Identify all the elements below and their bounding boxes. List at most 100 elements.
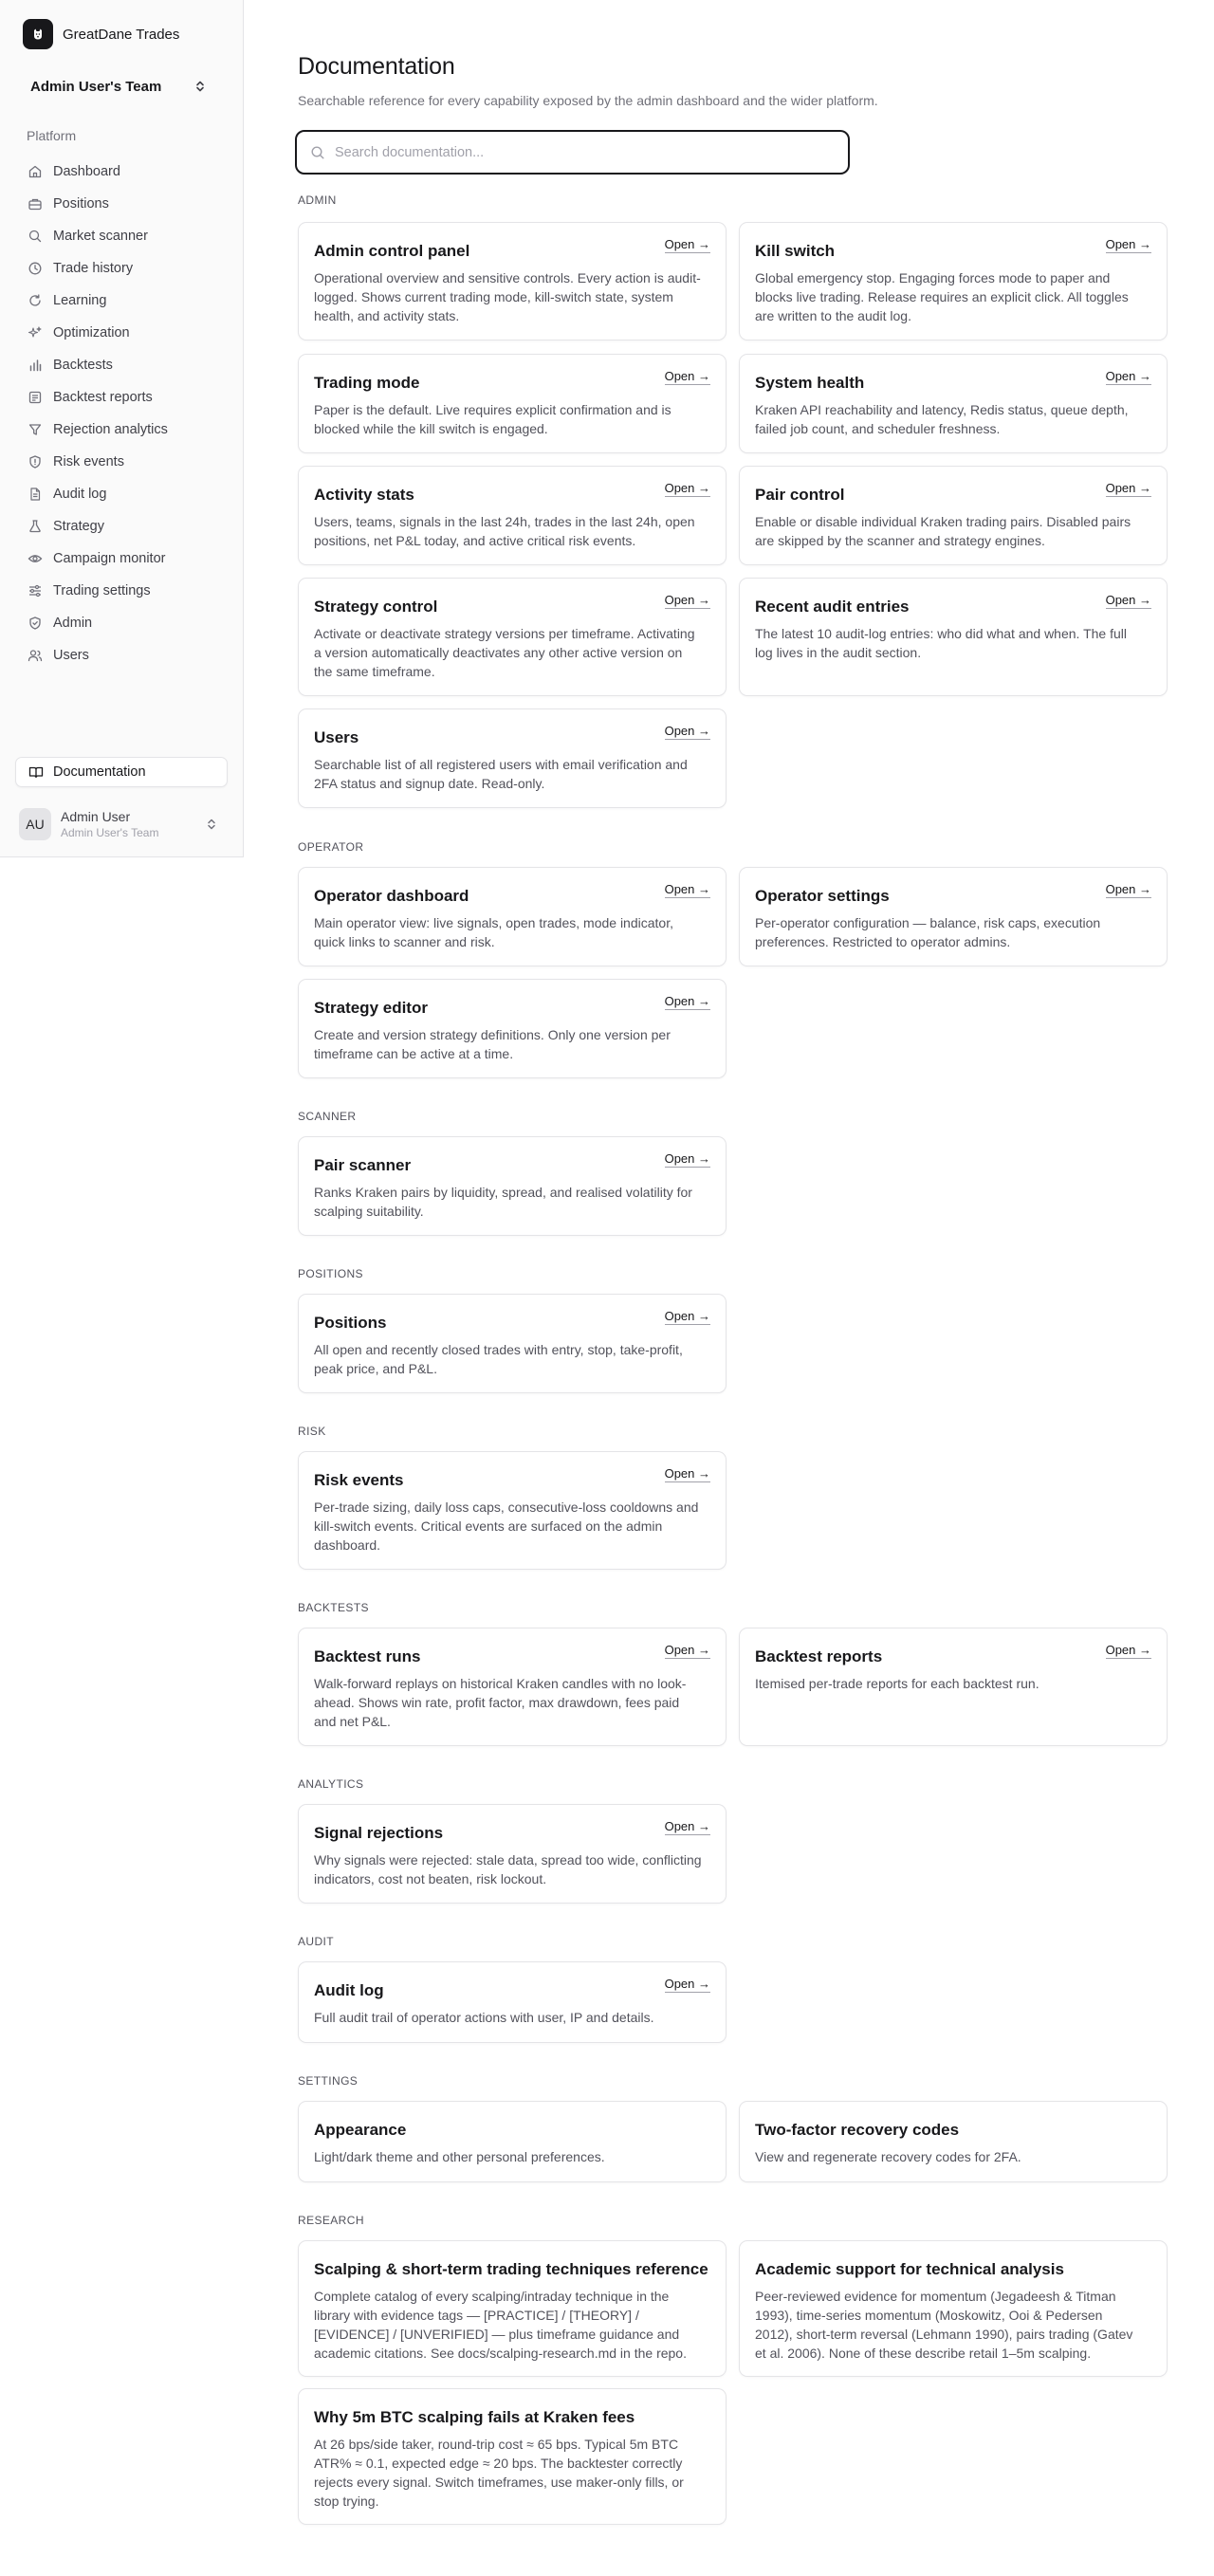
doc-card-activity-stats[interactable]: Activity stats Users, teams, signals in …: [298, 466, 727, 565]
home-icon: [28, 165, 42, 178]
sidebar-item-label: Rejection analytics: [53, 422, 168, 437]
card-title: Admin control panel: [314, 242, 470, 260]
doc-card-academic-support[interactable]: Academic support for technical analysis …: [739, 2240, 1168, 2377]
sidebar-item-campaign-monitor[interactable]: Campaign monitor: [19, 543, 226, 575]
team-switcher[interactable]: Admin User's Team: [19, 72, 218, 101]
sidebar-item-label: Learning: [53, 293, 107, 308]
sidebar-item-market-scanner[interactable]: Market scanner: [19, 220, 226, 252]
sidebar-item-optimization[interactable]: Optimization: [19, 317, 226, 349]
open-link[interactable]: Open →: [664, 370, 710, 385]
doc-card-pair-control[interactable]: Pair control Enable or disable individua…: [739, 466, 1168, 565]
card-title: Backtest reports: [755, 1647, 883, 1665]
sidebar-item-trading-settings[interactable]: Trading settings: [19, 575, 226, 607]
doc-card-strategy-control[interactable]: Strategy control Activate or deactivate …: [298, 578, 727, 696]
sidebar-item-dashboard[interactable]: Dashboard: [19, 156, 226, 188]
report-icon: [28, 391, 42, 404]
card-description: Operational overview and sensitive contr…: [314, 270, 701, 323]
doc-card-admin-control-panel[interactable]: Admin control panel Operational overview…: [298, 222, 727, 340]
user-menu[interactable]: AU Admin User Admin User's Team: [15, 804, 228, 844]
open-link[interactable]: Open →: [664, 883, 710, 898]
doc-card-backtest-runs[interactable]: Backtest runs Walk-forward replays on hi…: [298, 1628, 727, 1746]
section-label-audit: AUDIT: [298, 1935, 334, 1948]
open-link[interactable]: Open →: [664, 1644, 710, 1659]
sidebar-item-learning[interactable]: Learning: [19, 285, 226, 317]
open-link[interactable]: Open →: [664, 1310, 710, 1325]
open-link[interactable]: Open →: [664, 725, 710, 740]
open-link[interactable]: Open →: [1105, 883, 1151, 898]
open-link[interactable]: Open →: [1105, 1644, 1151, 1659]
nav-group-label: Platform: [27, 128, 77, 143]
sidebar-item-label: Campaign monitor: [53, 551, 166, 566]
card-title: Kill switch: [755, 242, 836, 260]
open-link[interactable]: Open →: [664, 1820, 710, 1835]
doc-card-signal-rejections[interactable]: Signal rejections Why signals were rejec…: [298, 1804, 727, 1904]
open-link[interactable]: Open →: [1105, 594, 1151, 609]
card-description: Global emergency stop. Engaging forces m…: [755, 270, 1129, 323]
doc-card-recent-audit-entries[interactable]: Recent audit entries The latest 10 audit…: [739, 578, 1168, 696]
search-box[interactable]: [295, 130, 850, 175]
sidebar-item-strategy[interactable]: Strategy: [19, 510, 226, 543]
doc-card-why-5m-btc-scalping-fails[interactable]: Why 5m BTC scalping fails at Kraken fees…: [298, 2388, 727, 2525]
sidebar-item-risk-events[interactable]: Risk events: [19, 446, 226, 478]
refresh-icon: [29, 294, 41, 306]
card-title: Pair control: [755, 486, 845, 504]
card-description: Paper is the default. Live requires expl…: [314, 402, 671, 436]
doc-card-strategy-editor[interactable]: Strategy editor Create and version strat…: [298, 979, 727, 1078]
open-link[interactable]: Open →: [1105, 370, 1151, 385]
sidebar-item-positions[interactable]: Positions: [19, 188, 226, 220]
sidebar-item-backtest-reports[interactable]: Backtest reports: [19, 381, 226, 414]
doc-card-kill-switch[interactable]: Kill switch Global emergency stop. Engag…: [739, 222, 1168, 340]
open-link[interactable]: Open →: [664, 1467, 710, 1482]
doc-card-backtest-reports[interactable]: Backtest reports Itemised per-trade repo…: [739, 1628, 1168, 1746]
sidebar-item-users[interactable]: Users: [19, 639, 226, 672]
doc-card-operator-settings[interactable]: Operator settings Per-operator configura…: [739, 867, 1168, 966]
doc-card-appearance[interactable]: Appearance Light/dark theme and other pe…: [298, 2101, 727, 2182]
doc-card-two-factor-recovery-codes[interactable]: Two-factor recovery codes View and regen…: [739, 2101, 1168, 2182]
doc-card-positions[interactable]: Positions All open and recently closed t…: [298, 1294, 727, 1393]
open-link[interactable]: Open →: [664, 1978, 710, 1993]
open-link[interactable]: Open →: [664, 482, 710, 497]
card-title: System health: [755, 374, 865, 392]
card-description: Walk-forward replays on historical Krake…: [314, 1676, 687, 1729]
sidebar-item-audit-log[interactable]: Audit log: [19, 478, 226, 510]
brand[interactable]: GreatDane Trades: [23, 19, 179, 49]
search-input[interactable]: [335, 144, 828, 160]
doc-card-audit-log[interactable]: Audit log Full audit trail of operator a…: [298, 1961, 727, 2043]
shield-icon: [29, 616, 41, 630]
eye-icon: [28, 555, 43, 562]
open-link[interactable]: Open →: [1105, 482, 1151, 497]
sidebar-item-backtests[interactable]: Backtests: [19, 349, 226, 381]
open-link[interactable]: Open →: [664, 995, 710, 1010]
card-description: Light/dark theme and other personal pref…: [314, 2149, 605, 2164]
sidebar-item-rejection-analytics[interactable]: Rejection analytics: [19, 414, 226, 446]
section-label-analytics: ANALYTICS: [298, 1777, 364, 1791]
book-open-icon: [28, 766, 44, 779]
open-link[interactable]: Open →: [664, 238, 710, 253]
card-title: Operator settings: [755, 887, 890, 905]
card-description: Per-trade sizing, daily loss caps, conse…: [314, 1500, 699, 1553]
section-label-scanner: SCANNER: [298, 1110, 357, 1123]
doc-card-users[interactable]: Users Searchable list of all registered …: [298, 708, 727, 808]
card-description: Enable or disable individual Kraken trad…: [755, 514, 1131, 548]
card-title: Appearance: [314, 2121, 407, 2139]
sidebar-item-admin[interactable]: Admin: [19, 607, 226, 639]
section-label-admin: ADMIN: [298, 193, 337, 207]
doc-card-system-health[interactable]: System health Kraken API reachability an…: [739, 354, 1168, 453]
card-description: Activate or deactivate strategy versions…: [314, 626, 695, 679]
doc-card-scalping-reference[interactable]: Scalping & short-term trading techniques…: [298, 2240, 727, 2377]
open-link[interactable]: Open →: [664, 1152, 710, 1168]
sidebar-item-documentation[interactable]: Documentation: [15, 757, 228, 787]
sidebar-item-trade-history[interactable]: Trade history: [19, 252, 226, 285]
card-title: Signal rejections: [314, 1824, 444, 1842]
open-link[interactable]: Open →: [664, 594, 710, 609]
doc-card-operator-dashboard[interactable]: Operator dashboard Main operator view: l…: [298, 867, 727, 966]
shield-alert-icon: [29, 455, 41, 469]
doc-card-pair-scanner[interactable]: Pair scanner Ranks Kraken pairs by liqui…: [298, 1136, 727, 1236]
dog-logo-icon: [23, 19, 53, 49]
card-description: All open and recently closed trades with…: [314, 1342, 683, 1376]
open-link[interactable]: Open →: [1105, 238, 1151, 253]
sidebar-item-label: Dashboard: [53, 164, 120, 179]
sliders-icon: [29, 584, 41, 598]
doc-card-risk-events[interactable]: Risk events Per-trade sizing, daily loss…: [298, 1451, 727, 1570]
doc-card-trading-mode[interactable]: Trading mode Paper is the default. Live …: [298, 354, 727, 453]
